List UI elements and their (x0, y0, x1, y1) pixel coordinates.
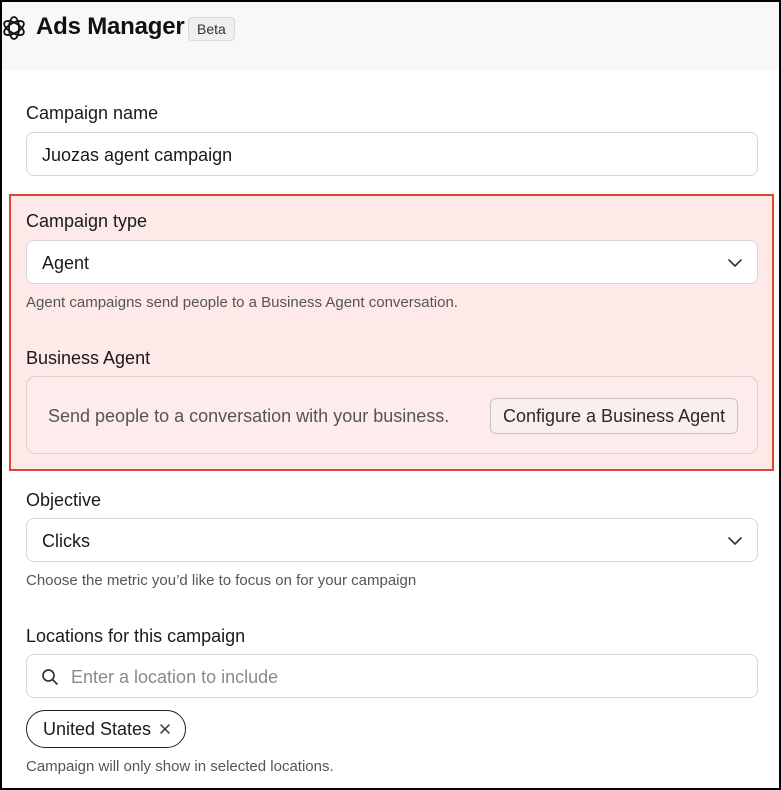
location-chip-united-states: United States (26, 710, 187, 748)
location-search-input[interactable] (69, 655, 753, 699)
beta-badge: Beta (188, 17, 235, 41)
business-agent-label: Business Agent (26, 348, 151, 368)
objective-value: Clicks (42, 531, 90, 551)
close-icon[interactable] (159, 723, 171, 735)
locations-label: Locations for this campaign (26, 626, 246, 646)
objective-help: Choose the metric you’d like to focus on… (26, 572, 417, 589)
app-header: Ads Manager Beta (2, 2, 779, 70)
business-agent-box: Send people to a conversation with your … (26, 376, 758, 454)
locations-help: Campaign will only show in selected loca… (26, 758, 334, 775)
app-title: Ads Manager (36, 13, 185, 40)
campaign-type-help: Agent campaigns send people to a Busines… (26, 294, 458, 311)
business-agent-description: Send people to a conversation with your … (48, 406, 450, 426)
campaign-type-value: Agent (42, 253, 90, 273)
campaign-name-label: Campaign name (26, 103, 159, 123)
ads-manager-page: Ads Manager Beta Campaign name Juozas ag… (0, 0, 781, 790)
objective-label: Objective (26, 490, 102, 510)
objective-select[interactable]: Clicks (26, 518, 758, 562)
search-icon (42, 669, 58, 685)
campaign-type-label: Campaign type (26, 211, 148, 231)
configure-business-agent-button[interactable]: Configure a Business Agent (490, 398, 739, 434)
chevron-down-icon (728, 259, 742, 267)
location-search-field[interactable] (26, 654, 758, 699)
location-chip-label: United States (43, 718, 152, 739)
campaign-type-select[interactable]: Agent (26, 240, 758, 284)
chevron-down-icon (728, 537, 742, 545)
campaign-name-value: Juozas agent campaign (42, 145, 233, 165)
campaign-name-field[interactable]: Juozas agent campaign (26, 132, 758, 176)
openai-logo-icon (3, 16, 25, 40)
